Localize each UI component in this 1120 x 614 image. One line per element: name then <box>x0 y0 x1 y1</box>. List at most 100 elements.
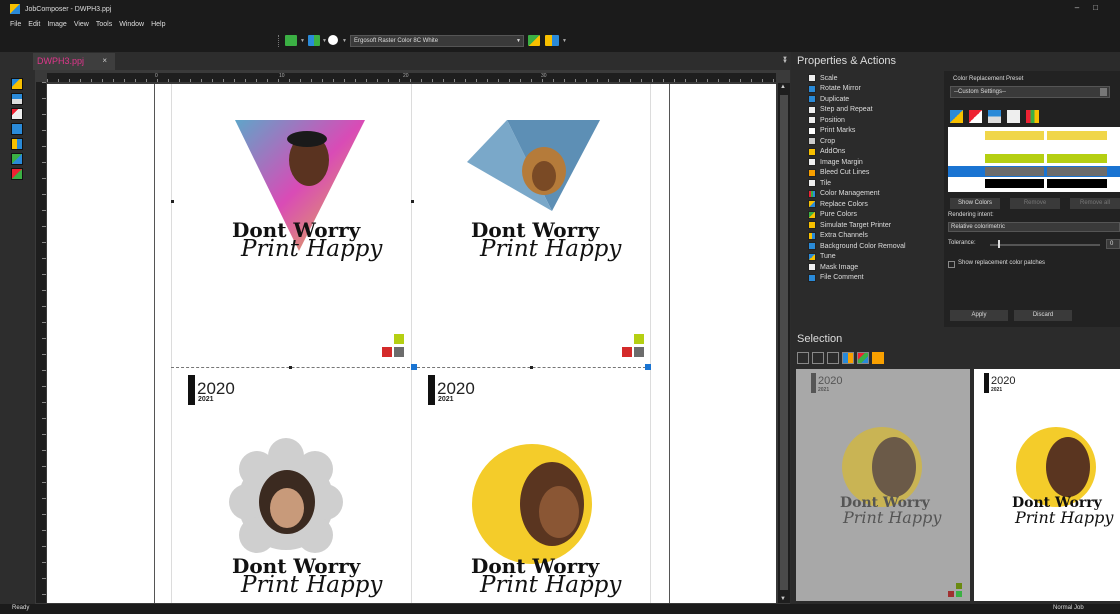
print-page[interactable]: Dont Worry Print Happy Dont Worry Print … <box>47 84 776 603</box>
remove-button[interactable]: Remove <box>1010 198 1060 209</box>
color-replacement-tools <box>950 110 1039 123</box>
edit-pen-icon[interactable] <box>11 108 23 120</box>
palette-icon[interactable] <box>1026 110 1039 123</box>
status-text: Ready <box>12 605 30 611</box>
picker-icon[interactable] <box>969 110 982 123</box>
vertical-ruler <box>36 82 46 603</box>
apply-button[interactable]: Apply <box>950 310 1008 321</box>
preset-select[interactable]: --Custom Settings-- <box>950 86 1110 98</box>
thumb-badge <box>948 583 962 597</box>
show-patches-checkbox[interactable] <box>948 261 955 268</box>
position-icon <box>808 116 816 125</box>
menu-window[interactable]: Window <box>119 21 144 28</box>
select-rows-icon[interactable] <box>812 352 824 364</box>
document-tab-bar: DWPH3.ppj × ▼ <box>0 52 790 70</box>
menu-view[interactable]: View <box>74 21 89 28</box>
extra-channels-icon <box>808 231 816 240</box>
menu-tools[interactable]: Tools <box>96 21 112 28</box>
action-position[interactable]: Position <box>808 115 942 126</box>
menu-image[interactable]: Image <box>47 21 66 28</box>
edit-icon[interactable] <box>1007 110 1020 123</box>
close-icon[interactable]: × <box>102 56 107 65</box>
menu-help[interactable]: Help <box>151 21 165 28</box>
grid-icon[interactable] <box>11 138 23 150</box>
step-repeat-icon <box>808 105 816 114</box>
crop-icon <box>808 137 816 146</box>
print-marks-icon <box>808 126 816 135</box>
properties-title: Properties & Actions <box>797 55 897 67</box>
action-tile[interactable]: Tile <box>808 178 942 189</box>
menu-edit[interactable]: Edit <box>28 21 40 28</box>
action-simulate-target[interactable]: Simulate Target Printer <box>808 220 942 231</box>
print-icon[interactable] <box>528 35 540 46</box>
align-icon[interactable] <box>11 93 23 105</box>
action-duplicate[interactable]: Duplicate <box>808 94 942 105</box>
action-background-removal[interactable]: Background Color Removal <box>808 241 942 252</box>
scrollbar-thumb[interactable] <box>780 95 788 590</box>
fill-icon[interactable] <box>950 110 963 123</box>
remove-all-button[interactable]: Remove all <box>1070 198 1120 209</box>
selection-thumb-2[interactable]: 2020 2021 Dont Worry Print Happy <box>974 369 1120 601</box>
action-list: Scale Rotate Mirror Duplicate Step and R… <box>808 73 942 283</box>
menu-file[interactable]: File <box>10 21 21 28</box>
window-title: JobComposer - DWPH3.ppj <box>25 5 112 13</box>
tile-script: Print Happy <box>241 572 383 598</box>
bleed-cut-icon <box>808 168 816 177</box>
show-colors-button[interactable]: Show Colors <box>950 198 1000 209</box>
selection-thumb-1[interactable]: 2020 2021 Dont Worry Print Happy <box>796 369 970 601</box>
action-addons[interactable]: AddOns <box>808 147 942 158</box>
action-pure-colors[interactable]: Pure Colors <box>808 210 942 221</box>
scroll-down-icon[interactable]: ▼ <box>780 596 786 602</box>
select-color-icon[interactable] <box>842 352 854 364</box>
action-tune[interactable]: Tune <box>808 252 942 263</box>
rendering-intent-select[interactable]: Relative colorimetric <box>948 222 1120 232</box>
action-scale[interactable]: Scale <box>808 73 942 84</box>
layers-icon[interactable] <box>988 110 1001 123</box>
thumb-portrait <box>1016 427 1096 507</box>
warning-icon[interactable] <box>872 352 884 364</box>
add-job-dropdown-icon[interactable]: ▼ <box>300 38 305 50</box>
add-job-icon[interactable] <box>285 35 297 46</box>
tolerance-input[interactable]: 0 <box>1106 239 1120 249</box>
printer-dropdown-arrow-icon[interactable]: ▼ <box>342 38 347 50</box>
globe-icon[interactable] <box>328 35 338 45</box>
panel-dropdown-icon[interactable]: ▼ <box>782 59 788 65</box>
action-rotate-mirror[interactable]: Rotate Mirror <box>808 84 942 95</box>
color-picker-icon[interactable] <box>11 153 23 165</box>
action-step-repeat[interactable]: Step and Repeat <box>808 105 942 116</box>
tolerance-slider[interactable] <box>990 244 1100 246</box>
scroll-up-icon[interactable]: ▲ <box>780 84 786 90</box>
tolerance-slider-thumb[interactable] <box>998 240 1000 248</box>
toolbar-grip[interactable] <box>278 35 281 47</box>
settings-gears-icon[interactable] <box>545 35 559 46</box>
select-none-icon[interactable] <box>797 352 809 364</box>
tab-document[interactable]: DWPH3.ppj × <box>33 53 115 70</box>
color-swatch-table[interactable] <box>948 127 1120 192</box>
zoom-icon[interactable] <box>11 123 23 135</box>
printer-select-value: Ergosoft Raster Color 8C White <box>354 38 439 44</box>
action-color-management[interactable]: Color Management <box>808 189 942 200</box>
layout-dropdown-icon[interactable]: ▼ <box>322 38 327 50</box>
action-file-comment[interactable]: File Comment <box>808 273 942 284</box>
layout-icon[interactable] <box>308 35 320 46</box>
printer-select[interactable]: Ergosoft Raster Color 8C White ▼ <box>350 35 524 47</box>
tile-icon <box>808 179 816 188</box>
select-multicolor-icon[interactable] <box>857 352 869 364</box>
action-replace-colors[interactable]: Replace Colors <box>808 199 942 210</box>
action-image-margin[interactable]: Image Margin <box>808 157 942 168</box>
action-mask-image[interactable]: Mask Image <box>808 262 942 273</box>
action-crop[interactable]: Crop <box>808 136 942 147</box>
arrange-icon[interactable] <box>11 78 23 90</box>
window-controls[interactable]: –□ <box>1075 3 1112 12</box>
title-bar: JobComposer - DWPH3.ppj –□ <box>0 0 1120 18</box>
action-extra-channels[interactable]: Extra Channels <box>808 231 942 242</box>
action-print-marks[interactable]: Print Marks <box>808 126 942 137</box>
select-grid-icon[interactable] <box>827 352 839 364</box>
menu-bar: File Edit Image View Tools Window Help <box>0 18 1120 30</box>
action-bleed-cut-lines[interactable]: Bleed Cut Lines <box>808 168 942 179</box>
left-toolbox <box>11 78 25 183</box>
vertical-scrollbar[interactable]: ▲ ▼ <box>778 83 790 603</box>
settings-dropdown-icon[interactable]: ▼ <box>562 38 567 50</box>
color-icon[interactable] <box>11 168 23 180</box>
discard-button[interactable]: Discard <box>1014 310 1072 321</box>
